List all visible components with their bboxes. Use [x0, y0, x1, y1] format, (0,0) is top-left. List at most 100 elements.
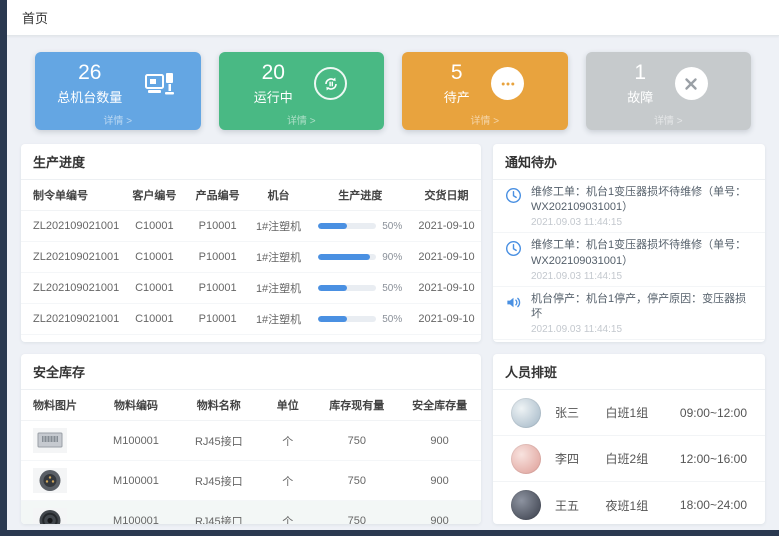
staff-row: 王五 夜班1组 18:00~24:00: [493, 482, 765, 524]
material-name-cell: RJ45接口: [177, 501, 260, 525]
column-header: 交货日期: [412, 180, 481, 211]
stat-value: 1: [627, 61, 653, 85]
material-image-cell: [21, 421, 95, 461]
tab-home[interactable]: 首页: [22, 8, 48, 27]
material-code-cell: M100001: [95, 461, 178, 501]
sidebar-edge: [0, 0, 7, 536]
panel-title: 人员排班: [493, 354, 765, 390]
date-cell: 2021-09-10: [412, 242, 481, 273]
column-header: 单位: [260, 390, 315, 421]
progress-cell: 50%: [308, 335, 412, 343]
avatar: [511, 444, 541, 474]
notice-item[interactable]: 机台停产：机台1停产，停产原因：变压器损坏 2021.09.03 11:44:1…: [493, 287, 765, 340]
staff-schedule-panel: 人员排班 张三 白班1组 09:00~12:00 李四 白班2组 12:00~1…: [493, 354, 765, 524]
table-row: ZL202109021001 C10001 P10001 1#注塑机 50% 2…: [21, 304, 481, 335]
table-header-row: 制令单编号 客户编号 产品编号 机台 生产进度 交货日期: [21, 180, 481, 211]
material-image-cell: [21, 501, 95, 525]
speaker-icon: [505, 292, 523, 335]
date-cell: 2021-09-10: [412, 335, 481, 343]
notice-time: 2021.09.03 11:44:15: [531, 217, 753, 228]
notice-item[interactable]: 维修工单：机台1变压器损坏待维修（单号：WX202109031001） 2021…: [493, 180, 765, 233]
progress-bar: [318, 285, 376, 291]
order-cell: ZL202109021001: [21, 242, 122, 273]
product-cell: P10001: [187, 242, 249, 273]
detail-link[interactable]: 详情 >: [586, 112, 752, 127]
stock-cell: 750: [315, 421, 398, 461]
product-cell: P10001: [187, 335, 249, 343]
column-header: 制令单编号: [21, 180, 122, 211]
material-name-cell: RJ45接口: [177, 421, 260, 461]
stock-cell: 750: [315, 501, 398, 525]
column-header: 生产进度: [308, 180, 412, 211]
material-code-cell: M100001: [95, 501, 178, 525]
panel-grid: 生产进度 制令单编号 客户编号 产品编号 机台 生产进度 交货日期: [21, 144, 765, 524]
notice-text: 维修工单：机台1变压器损坏待维修（单号：WX202109031001）: [531, 238, 753, 268]
progress-label: 50%: [382, 221, 402, 232]
column-header: 库存现有量: [315, 390, 398, 421]
staff-name: 张三: [555, 404, 592, 421]
stat-card-total-machines[interactable]: 26 总机台数量 详情 >: [35, 52, 201, 130]
table-header-row: 物料图片 物料编码 物料名称 单位 库存现有量 安全库存量: [21, 390, 481, 421]
table-row: ZL202109021001 C10001 P10001 1#注塑机 50% 2…: [21, 211, 481, 242]
table-row: M100001 RJ45接口 个 750 900: [21, 421, 481, 461]
progress-label: 90%: [382, 252, 402, 263]
material-name-cell: RJ45接口: [177, 461, 260, 501]
staff-row: 李四 白班2组 12:00~16:00: [493, 436, 765, 482]
order-cell: ZL202109021001: [21, 211, 122, 242]
speaker-photo: [33, 508, 67, 524]
stat-card-running[interactable]: 20 运行中: [219, 52, 385, 130]
stat-card-fault[interactable]: 1 故障 详情 >: [586, 52, 752, 130]
table-row: ZL202109021001 C10001 P10001 1#注塑机 50% 2…: [21, 273, 481, 304]
customer-cell: C10001: [122, 242, 186, 273]
footer-edge: [0, 530, 779, 536]
production-progress-panel: 生产进度 制令单编号 客户编号 产品编号 机台 生产进度 交货日期: [21, 144, 481, 342]
stat-label: 运行中: [254, 87, 293, 106]
safety-stock-cell: 900: [398, 461, 481, 501]
panel-title: 安全库存: [21, 354, 481, 390]
clock-icon: [505, 185, 523, 228]
notice-item[interactable]: 维修工单：机台1变压器损坏待维修（单号：WX202109031001） 2021…: [493, 233, 765, 286]
progress-cell: 50%: [308, 273, 412, 304]
main-content: 26 总机台数量 详情 >: [7, 52, 779, 524]
order-cell: ZL202109021001: [21, 335, 122, 343]
progress-label: 50%: [382, 283, 402, 294]
staff-shift: 夜班1组: [606, 497, 666, 514]
detail-link[interactable]: 详情 >: [35, 112, 201, 127]
customer-cell: C10001: [122, 335, 186, 343]
table-row: M100001 RJ45接口 个 750 900: [21, 501, 481, 525]
progress-cell: 90%: [308, 242, 412, 273]
staff-time: 12:00~16:00: [680, 452, 747, 466]
notice-item[interactable]: 计划暂停：机台1生产计划已暂停 2021.09.03 11:44:15: [493, 340, 765, 342]
machine-cell: 1#注塑机: [249, 211, 309, 242]
product-cell: P10001: [187, 273, 249, 304]
order-cell: ZL202109021001: [21, 304, 122, 335]
stat-label: 总机台数量: [57, 87, 122, 106]
waiting-icon: [490, 66, 526, 102]
unit-cell: 个: [260, 421, 315, 461]
staff-shift: 白班2组: [606, 450, 666, 467]
progress-cell: 50%: [308, 211, 412, 242]
machine-cell: 1#注塑机: [249, 273, 309, 304]
machine-cell: 1#注塑机: [249, 242, 309, 273]
material-image-cell: [21, 461, 95, 501]
detail-link[interactable]: 详情 >: [402, 112, 568, 127]
production-table: 制令单编号 客户编号 产品编号 机台 生产进度 交货日期 ZL202109021…: [21, 180, 481, 342]
notice-time: 2021.09.03 11:44:15: [531, 271, 753, 282]
table-row: ZL202109021001 C10001 P10001 1#注塑机 90% 2…: [21, 242, 481, 273]
staff-shift: 白班1组: [606, 404, 666, 421]
stat-card-waiting[interactable]: 5 待产 详情 >: [402, 52, 568, 130]
top-header: 首页: [7, 0, 779, 36]
date-cell: 2021-09-10: [412, 273, 481, 304]
stat-cards: 26 总机台数量 详情 >: [21, 52, 765, 130]
avatar: [511, 490, 541, 520]
machine-cell: 1#注塑机: [249, 335, 309, 343]
column-header: 物料图片: [21, 390, 95, 421]
staff-time: 09:00~12:00: [680, 406, 747, 420]
staff-list: 张三 白班1组 09:00~12:00 李四 白班2组 12:00~16:00 …: [493, 390, 765, 524]
detail-link[interactable]: 详情 >: [219, 112, 385, 127]
column-header: 机台: [249, 180, 309, 211]
stat-label: 待产: [444, 87, 470, 106]
notices-panel: 通知待办 维修工单：机台1变压器损坏待维修（单号：WX202109031001）…: [493, 144, 765, 342]
stat-value: 26: [57, 61, 122, 85]
date-cell: 2021-09-10: [412, 211, 481, 242]
